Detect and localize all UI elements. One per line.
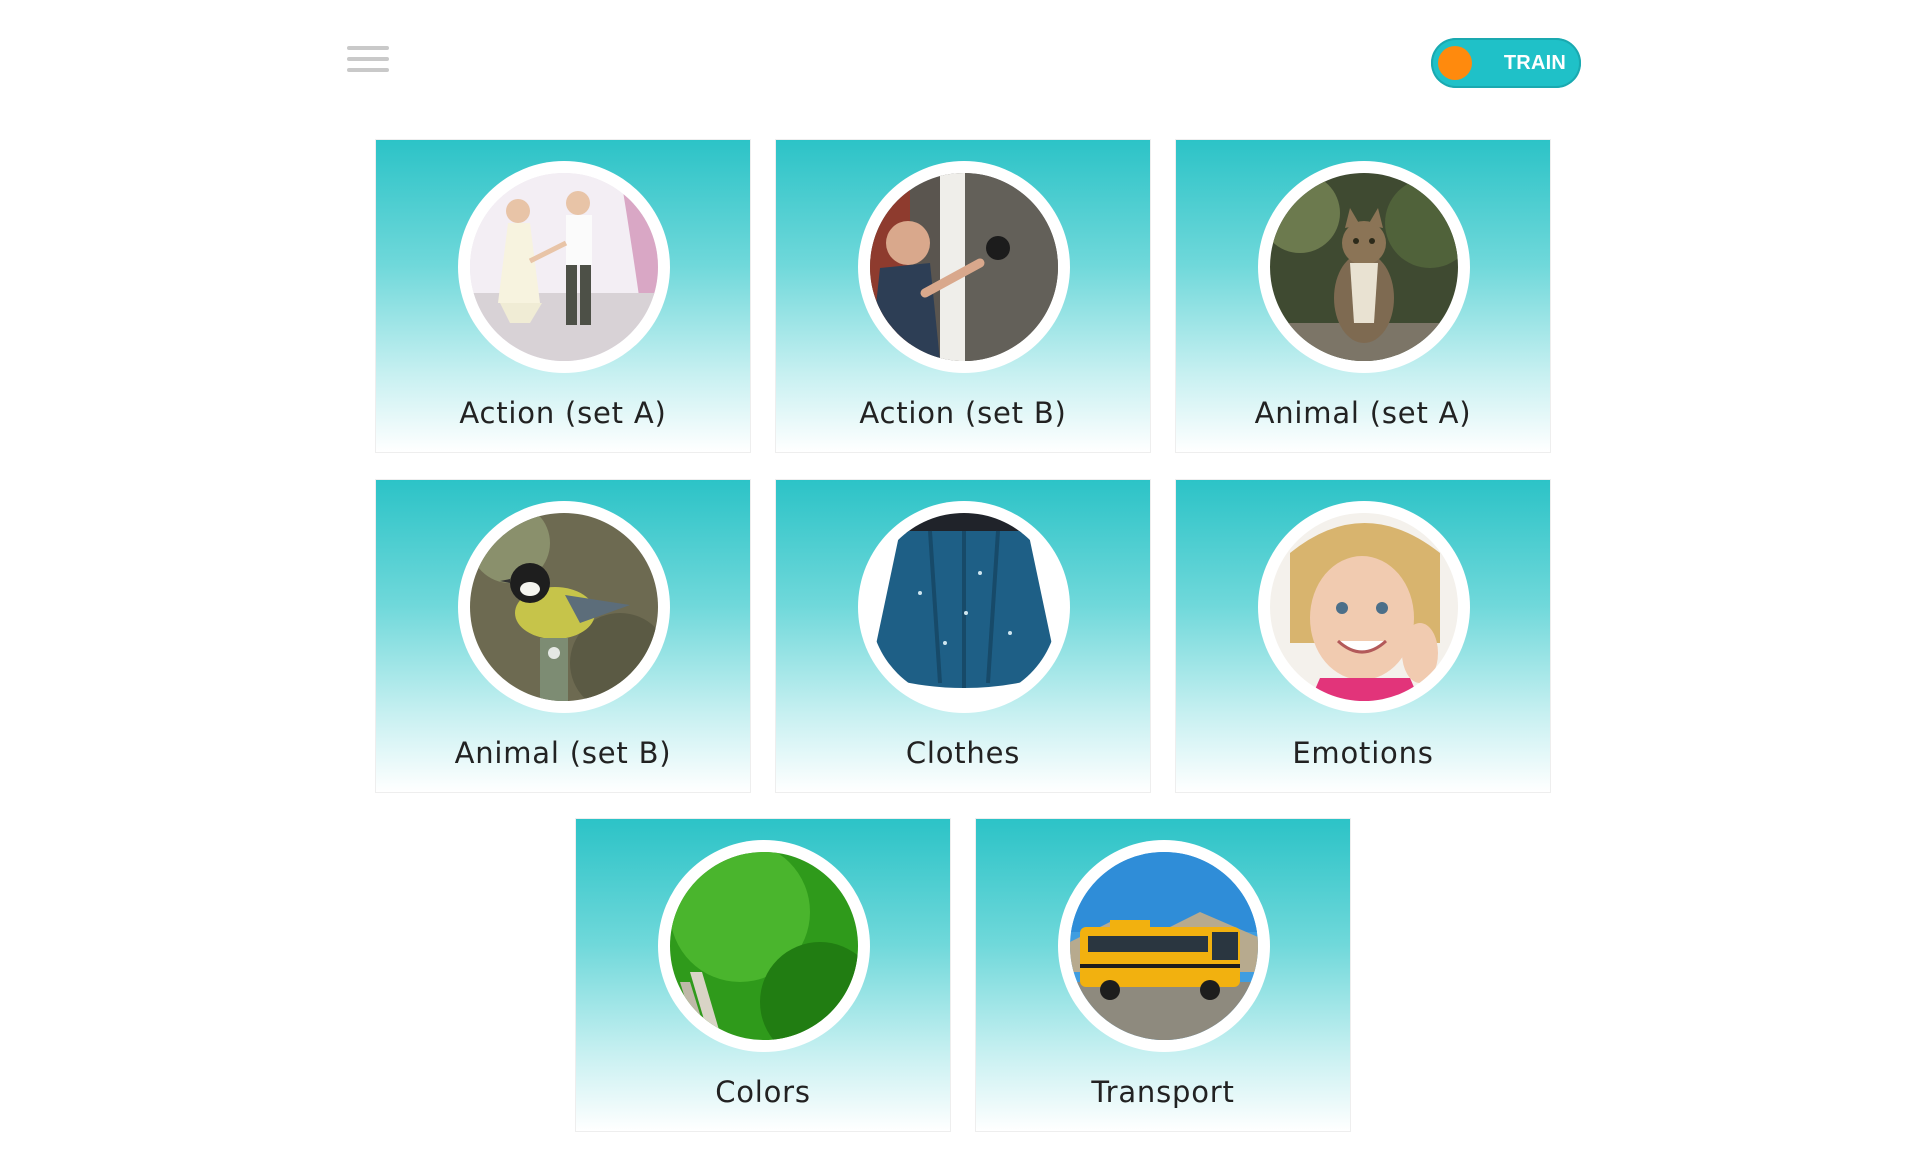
category-label: Animal (set B) (454, 736, 672, 770)
children-dancing-photo (470, 173, 658, 361)
category-tile-action-b[interactable]: Action (set B) (776, 140, 1150, 452)
category-photo (1058, 840, 1270, 1052)
menu-bar-bottom (347, 68, 389, 72)
toggle-knob (1438, 46, 1472, 80)
category-photo (458, 501, 670, 713)
menu-bar-top (347, 46, 389, 50)
category-label: Emotions (1292, 736, 1434, 770)
category-photo (858, 501, 1070, 713)
school-bus-photo (1070, 852, 1258, 1040)
green-wall-photo (670, 852, 858, 1040)
category-photo (858, 161, 1070, 373)
menu-bar-middle (347, 57, 389, 61)
cat-photo (1270, 173, 1458, 361)
category-photo (458, 161, 670, 373)
category-tile-animal-b[interactable]: Animal (set B) (376, 480, 750, 792)
child-opening-door-photo (870, 173, 1058, 361)
blue-skirt-photo (870, 513, 1058, 701)
category-tile-colors[interactable]: Colors (576, 819, 950, 1131)
category-label: Animal (set A) (1254, 396, 1472, 430)
category-photo (1258, 501, 1470, 713)
category-label: Transport (1091, 1075, 1235, 1109)
category-label: Action (set B) (859, 396, 1067, 430)
category-label: Clothes (905, 736, 1021, 770)
category-photo (1258, 161, 1470, 373)
smiling-girl-photo (1270, 513, 1458, 701)
toggle-label: TRAIN (1503, 52, 1566, 74)
category-page: TRAIN Action (set A) Action (set B) Anim… (0, 0, 1920, 1174)
category-tile-emotions[interactable]: Emotions (1176, 480, 1550, 792)
category-tile-action-a[interactable]: Action (set A) (376, 140, 750, 452)
category-tile-animal-a[interactable]: Animal (set A) (1176, 140, 1550, 452)
train-mode-toggle[interactable]: TRAIN (1431, 38, 1581, 88)
category-tile-transport[interactable]: Transport (976, 819, 1350, 1131)
bird-photo (470, 513, 658, 701)
category-label: Action (set A) (459, 396, 667, 430)
hamburger-menu-icon[interactable] (347, 44, 392, 76)
category-tile-clothes[interactable]: Clothes (776, 480, 1150, 792)
category-label: Colors (715, 1075, 811, 1109)
category-photo (658, 840, 870, 1052)
